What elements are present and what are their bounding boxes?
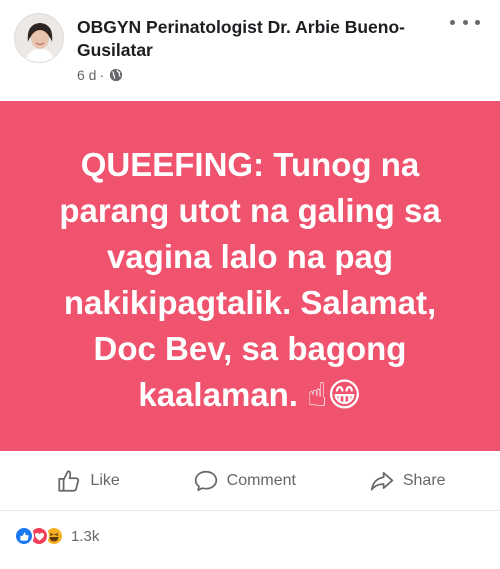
comment-icon [194, 470, 217, 492]
comment-button[interactable]: Comment [193, 468, 296, 494]
post-meta: 6 d · [77, 67, 123, 83]
share-icon [370, 472, 394, 491]
comment-label: Comment [226, 472, 296, 489]
facebook-post: OBGYN Perinatologist Dr. Arbie Bueno-Gus… [0, 0, 500, 569]
thumbs-up-icon [58, 470, 80, 492]
author-name[interactable]: OBGYN Perinatologist Dr. Arbie Bueno-Gus… [77, 16, 437, 62]
post-header: OBGYN Perinatologist Dr. Arbie Bueno-Gus… [0, 0, 500, 100]
like-label: Like [90, 472, 120, 489]
globe-icon [109, 68, 123, 82]
like-reaction-icon [14, 526, 34, 546]
post-text: QUEEFING: Tunog na parang utot na galing… [59, 146, 441, 413]
avatar-photo [15, 14, 63, 62]
post-time[interactable]: 6 d [77, 67, 96, 83]
share-button[interactable]: Share [369, 468, 446, 494]
reaction-count: 1.3k [71, 527, 100, 545]
more-options-icon[interactable] [450, 12, 480, 32]
post-background: QUEEFING: Tunog na parang utot na galing… [0, 101, 500, 451]
divider [0, 510, 500, 511]
share-label: Share [402, 472, 446, 489]
meta-separator: · [99, 67, 105, 83]
reactions-summary[interactable]: 1.3k [14, 522, 99, 550]
post-actions: Like Comment Share [0, 452, 500, 510]
like-button[interactable]: Like [56, 468, 120, 494]
author-avatar[interactable] [14, 13, 64, 63]
